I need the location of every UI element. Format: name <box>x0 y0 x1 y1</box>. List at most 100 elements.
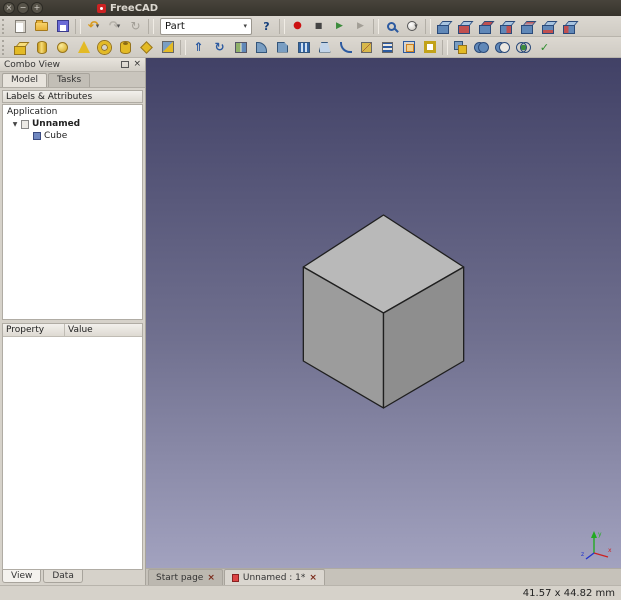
macro-play-button[interactable]: ▶ <box>329 16 350 36</box>
close-tab-icon[interactable]: × <box>309 573 317 583</box>
workbench-dropdown-arrow[interactable]: ▾ <box>243 22 247 30</box>
window-close-button[interactable]: × <box>3 2 15 14</box>
macro-stop-icon: ■ <box>314 21 323 30</box>
part-ruled-surface-button[interactable] <box>293 37 314 57</box>
part-mirror-icon <box>234 41 247 53</box>
fit-all-icon <box>387 21 396 31</box>
redo-dropdown-arrow[interactable]: ▾ <box>117 22 121 30</box>
toolbar-separator <box>180 39 186 55</box>
redo-button[interactable]: ↷ ▾ <box>104 16 125 36</box>
part-boolean-union-button[interactable] <box>471 37 492 57</box>
fit-all-button[interactable] <box>381 16 402 36</box>
refresh-button[interactable]: ↻ <box>125 16 146 36</box>
part-cylinder-button[interactable] <box>31 37 52 57</box>
part-torus-icon <box>98 40 111 54</box>
part-extrude-button[interactable]: ⇑ <box>188 37 209 57</box>
window-minimize-button[interactable]: − <box>17 2 29 14</box>
open-document-button[interactable] <box>31 16 52 36</box>
value-column-header[interactable]: Value <box>65 324 96 336</box>
part-create-primitives-button[interactable] <box>136 37 157 57</box>
dock-close-icon[interactable]: × <box>133 60 141 69</box>
view-axonometric-icon <box>436 20 451 34</box>
part-boolean-intersection-icon <box>516 42 531 53</box>
new-document-button[interactable] <box>10 16 31 36</box>
part-boolean-cut-icon <box>495 42 510 53</box>
draw-style-button[interactable]: ▾ <box>402 16 423 36</box>
part-toolbar-group: ⇑ ↻ ✓ <box>10 37 555 57</box>
close-tab-icon[interactable]: × <box>207 573 215 583</box>
part-chamfer-button[interactable] <box>272 37 293 57</box>
part-tube-button[interactable] <box>115 37 136 57</box>
part-torus-button[interactable] <box>94 37 115 57</box>
view-top-button[interactable] <box>475 16 496 36</box>
file-toolbar-group: ↶ ▾ ↷ ▾ ↻ <box>10 16 156 36</box>
undo-dropdown-arrow[interactable]: ▾ <box>96 22 100 30</box>
window-maximize-button[interactable]: + <box>31 2 43 14</box>
tree-item-label: Cube <box>44 131 68 141</box>
workbench-selector[interactable]: Part ▾ <box>160 17 252 35</box>
part-offset-button[interactable] <box>398 37 419 57</box>
part-mirror-button[interactable] <box>230 37 251 57</box>
property-column-header[interactable]: Property <box>3 324 65 336</box>
view-front-button[interactable] <box>454 16 475 36</box>
property-editor-tabs: View Data <box>0 570 145 585</box>
tab-tasks[interactable]: Tasks <box>48 73 91 87</box>
whats-this-button[interactable]: ? <box>256 16 277 36</box>
view-left-button[interactable] <box>559 16 580 36</box>
expander-icon[interactable]: ▼ <box>12 121 18 128</box>
macro-record-button[interactable]: ● <box>287 16 308 36</box>
tree-item-application[interactable]: Application <box>3 106 142 118</box>
macro-step-icon: ▶ <box>357 20 364 31</box>
tab-data[interactable]: Data <box>43 570 83 583</box>
undo-button[interactable]: ↶ ▾ <box>83 16 104 36</box>
model-tree[interactable]: Application ▼ Unnamed Cube <box>2 104 143 320</box>
part-check-geometry-button[interactable]: ✓ <box>534 37 555 57</box>
part-fillet-button[interactable] <box>251 37 272 57</box>
view-rear-button[interactable] <box>517 16 538 36</box>
tab-view[interactable]: View <box>2 570 42 583</box>
macro-step-button[interactable]: ▶ <box>350 16 371 36</box>
view-axonometric-button[interactable] <box>433 16 454 36</box>
x-axis-label: x <box>608 547 612 554</box>
combo-view-titlebar[interactable]: Combo View × <box>0 58 145 72</box>
property-table-header[interactable]: Property Value <box>3 324 142 337</box>
part-sphere-button[interactable] <box>52 37 73 57</box>
view-right-button[interactable] <box>496 16 517 36</box>
cube-icon <box>33 132 41 140</box>
dock-float-icon[interactable] <box>121 61 130 68</box>
title-bar[interactable]: × − + FreeCAD <box>0 0 621 16</box>
part-sweep-icon <box>339 41 352 53</box>
3d-scene[interactable] <box>146 58 621 568</box>
part-cone-button[interactable] <box>73 37 94 57</box>
viewport-3d[interactable]: y x z <box>146 58 621 568</box>
tree-item-unnamed[interactable]: ▼ Unnamed <box>3 118 142 130</box>
toolbar-drag-handle[interactable] <box>2 18 8 34</box>
part-cross-sections-icon <box>382 41 393 53</box>
labels-attributes-header[interactable]: Labels & Attributes <box>2 90 143 103</box>
part-thickness-button[interactable] <box>419 37 440 57</box>
axis-indicator: y x z <box>581 531 612 560</box>
macro-stop-button[interactable]: ■ <box>308 16 329 36</box>
toolbar-separator <box>148 18 154 34</box>
view-right-icon <box>499 20 514 34</box>
part-shape-builder-button[interactable] <box>157 37 178 57</box>
tree-item-cube[interactable]: Cube <box>3 130 142 142</box>
save-document-button[interactable] <box>52 16 73 36</box>
tab-start-page[interactable]: Start page × <box>148 569 223 585</box>
view-bottom-button[interactable] <box>538 16 559 36</box>
part-loft-button[interactable] <box>314 37 335 57</box>
document-icon <box>21 119 29 129</box>
part-revolve-button[interactable]: ↻ <box>209 37 230 57</box>
part-sweep-button[interactable] <box>335 37 356 57</box>
part-box-button[interactable] <box>10 37 31 57</box>
part-cross-sections-button[interactable] <box>377 37 398 57</box>
part-section-button[interactable] <box>356 37 377 57</box>
part-boolean-cut-button[interactable] <box>492 37 513 57</box>
part-boolean-intersection-button[interactable] <box>513 37 534 57</box>
tab-model[interactable]: Model <box>2 73 48 87</box>
part-compound-button[interactable] <box>450 37 471 57</box>
tab-unnamed-document[interactable]: Unnamed : 1* × <box>223 569 325 585</box>
toolbar-drag-handle[interactable] <box>2 39 8 55</box>
property-table-body[interactable] <box>3 337 142 569</box>
draw-style-dropdown-arrow[interactable]: ▾ <box>414 22 418 30</box>
